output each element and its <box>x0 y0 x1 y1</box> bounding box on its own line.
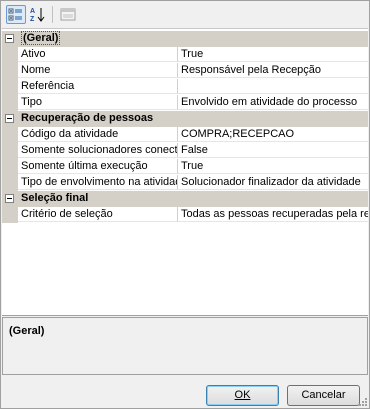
row-gutter <box>2 47 18 63</box>
property-name: Referência <box>18 79 178 94</box>
property-name: Tipo de envolvimento na atividad <box>18 175 178 190</box>
property-row[interactable]: Somente última execução True <box>2 159 368 175</box>
property-name: Código da atividade <box>18 127 178 142</box>
cancel-button-label: Cancelar <box>301 389 346 401</box>
alphabetical-sort-icon: A Z <box>30 8 45 23</box>
property-name: Somente última execução <box>18 159 178 174</box>
property-value[interactable]: False <box>178 143 368 158</box>
property-value[interactable] <box>178 79 368 94</box>
ok-button-label: OK <box>234 389 251 401</box>
categorized-view-button[interactable] <box>6 5 26 24</box>
property-name: Tipo <box>18 95 178 110</box>
property-value[interactable]: Envolvido em atividade do processo <box>178 95 368 110</box>
svg-text:Z: Z <box>30 16 35 23</box>
property-value[interactable]: Todas as pessoas recuperadas pela reg <box>178 207 368 222</box>
property-row[interactable]: Tipo Envolvido em atividade do processo <box>2 95 368 111</box>
category-label: (Geral) <box>21 31 61 45</box>
property-value[interactable]: Responsável pela Recepção <box>178 63 368 78</box>
collapse-icon[interactable] <box>5 194 14 203</box>
row-gutter <box>2 79 18 95</box>
alphabetical-sort-button[interactable]: A Z <box>28 5 48 24</box>
property-value[interactable]: Solucionador finalizador da atividade <box>178 175 368 190</box>
property-row[interactable]: Critério de seleção Todas as pessoas rec… <box>2 207 368 223</box>
category-recuperacao[interactable]: Recuperação de pessoas <box>2 111 368 127</box>
category-label: Recuperação de pessoas <box>21 112 154 124</box>
row-gutter <box>2 175 18 191</box>
property-pages-icon <box>60 8 76 21</box>
property-row[interactable]: Tipo de envolvimento na atividad Solucio… <box>2 175 368 191</box>
category-label: Seleção final <box>21 192 89 204</box>
ok-button[interactable]: OK <box>206 385 279 406</box>
property-name: Nome <box>18 63 178 78</box>
toolbar: A Z <box>2 2 368 27</box>
collapse-icon[interactable] <box>5 34 14 43</box>
row-gutter <box>2 127 18 143</box>
row-gutter <box>2 95 18 111</box>
category-selecao-final[interactable]: Seleção final <box>2 191 368 207</box>
property-row[interactable]: Somente solucionadores conecta False <box>2 143 368 159</box>
category-geral[interactable]: (Geral) <box>2 31 368 47</box>
property-dialog: A Z (Geral) Ativo True Nome Responsável … <box>0 0 370 409</box>
property-grid: (Geral) Ativo True Nome Responsável pela… <box>2 28 368 316</box>
cancel-button[interactable]: Cancelar <box>287 385 360 406</box>
categorized-view-icon <box>8 8 22 21</box>
collapse-icon[interactable] <box>5 114 14 123</box>
row-gutter <box>2 63 18 79</box>
property-value[interactable]: True <box>178 159 368 174</box>
property-pages-button[interactable] <box>58 5 78 24</box>
row-gutter <box>2 207 18 223</box>
help-title: (Geral) <box>9 325 45 337</box>
property-value[interactable]: True <box>178 47 368 62</box>
property-name: Critério de seleção <box>18 207 178 222</box>
property-row[interactable]: Nome Responsável pela Recepção <box>2 63 368 79</box>
property-name: Somente solucionadores conecta <box>18 143 178 158</box>
resize-grip-icon[interactable] <box>358 397 368 407</box>
row-gutter <box>2 159 18 175</box>
help-pane: (Geral) <box>2 317 368 375</box>
property-row[interactable]: Ativo True <box>2 47 368 63</box>
toolbar-separator <box>52 6 53 23</box>
property-value[interactable]: COMPRA;RECEPCAO <box>178 127 368 142</box>
property-name: Ativo <box>18 47 178 62</box>
row-gutter <box>2 143 18 159</box>
property-row[interactable]: Referência <box>2 79 368 95</box>
property-row[interactable]: Código da atividade COMPRA;RECEPCAO <box>2 127 368 143</box>
svg-text:A: A <box>30 8 35 15</box>
